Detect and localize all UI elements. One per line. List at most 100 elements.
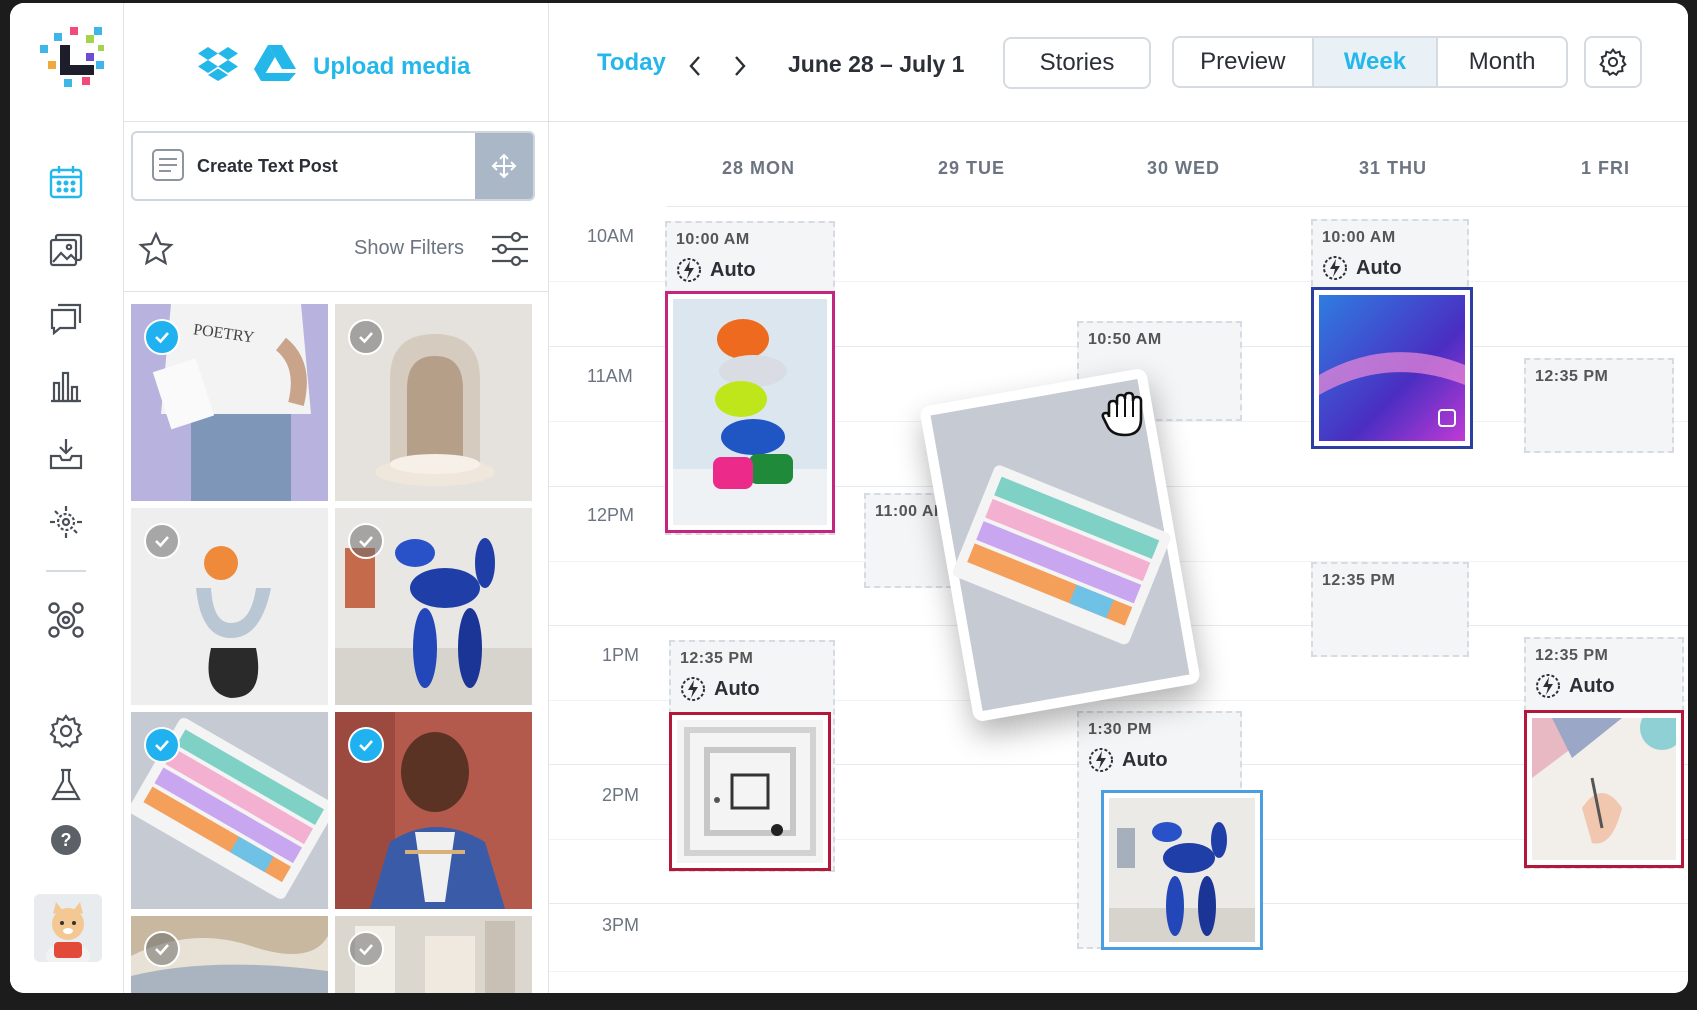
download-inbox-icon[interactable] xyxy=(46,434,86,474)
slot-time: 1:30 PM xyxy=(1088,721,1152,738)
day-header-tue: 29 TUE xyxy=(938,158,1006,178)
dropbox-icon[interactable] xyxy=(198,45,238,81)
unselected-check-icon[interactable] xyxy=(144,931,180,967)
left-nav-rail: ? xyxy=(10,3,124,993)
auto-publish-icon xyxy=(1089,748,1113,772)
auto-publish: Auto xyxy=(1088,747,1168,773)
calendar-settings-button[interactable] xyxy=(1584,36,1642,88)
auto-publish: Auto xyxy=(680,676,760,702)
discover-icon[interactable] xyxy=(46,502,86,542)
google-drive-icon[interactable] xyxy=(254,45,296,81)
media-tile-painting[interactable] xyxy=(131,916,328,993)
selected-check-icon[interactable] xyxy=(144,727,180,763)
date-range: June 28 – July 1 xyxy=(788,51,965,77)
calendar-icon[interactable] xyxy=(46,162,86,202)
auto-publish-icon xyxy=(1536,674,1560,698)
scheduled-post-rocks[interactable] xyxy=(665,291,835,533)
auto-label: Auto xyxy=(710,258,756,281)
scheduled-post-balloon-dog[interactable] xyxy=(1101,790,1263,950)
hour-label: 2PM xyxy=(602,785,640,805)
week-view-button[interactable]: Week xyxy=(1313,38,1439,86)
auto-publish-icon xyxy=(677,258,701,282)
day-header-fri: 1 FRI xyxy=(1581,158,1631,178)
media-tile-poetry-shirt[interactable]: POETRY xyxy=(131,304,328,501)
app-window: ? Upload media Create Text Post Show Fil… xyxy=(10,3,1688,993)
media-tile-arch[interactable] xyxy=(335,304,532,501)
chevron-right-icon[interactable] xyxy=(730,54,750,78)
media-tile-balloon-dog[interactable] xyxy=(335,508,532,705)
conversations-icon[interactable] xyxy=(46,298,86,338)
text-post-icon xyxy=(151,148,185,182)
gear-icon xyxy=(1599,48,1627,76)
analytics-icon[interactable] xyxy=(46,366,86,406)
view-switcher: Preview Week Month xyxy=(1172,36,1568,88)
schedule-slot[interactable]: 12:35 PM xyxy=(1311,562,1469,657)
auto-publish: Auto xyxy=(676,257,756,283)
media-tile-keyboard[interactable] xyxy=(131,712,328,909)
filter-sliders-icon[interactable] xyxy=(490,231,530,267)
help-icon[interactable]: ? xyxy=(46,820,86,860)
integrations-icon[interactable] xyxy=(46,600,86,640)
auto-label: Auto xyxy=(1569,674,1615,697)
calendar-area: Today June 28 – July 1 Stories Preview W… xyxy=(549,3,1688,993)
auto-label: Auto xyxy=(714,677,760,700)
app-logo xyxy=(38,25,110,89)
hour-label: 1PM xyxy=(602,645,640,665)
schedule-slot[interactable]: 12:35 PM xyxy=(1524,358,1674,453)
slot-time: 10:50 AM xyxy=(1088,331,1162,348)
drag-handle[interactable] xyxy=(475,133,533,199)
svg-text:?: ? xyxy=(61,830,72,850)
scheduled-post-library[interactable] xyxy=(669,712,831,871)
unselected-check-icon[interactable] xyxy=(348,523,384,559)
grid-half-line xyxy=(549,971,1688,972)
grab-hand-cursor-icon xyxy=(1097,387,1153,443)
stories-button[interactable]: Stories xyxy=(1003,37,1151,89)
slot-time: 10:00 AM xyxy=(676,231,750,248)
preview-view-button[interactable]: Preview xyxy=(1174,38,1314,86)
settings-gear-icon[interactable] xyxy=(46,711,86,751)
unselected-check-icon[interactable] xyxy=(348,931,384,967)
auto-publish: Auto xyxy=(1535,673,1615,699)
user-avatar[interactable] xyxy=(34,894,102,962)
day-header-mon: 28 MON xyxy=(722,158,796,178)
create-text-post-label: Create Text Post xyxy=(197,156,338,176)
unselected-check-icon[interactable] xyxy=(348,319,384,355)
month-view-button[interactable]: Month xyxy=(1438,38,1566,86)
unselected-check-icon[interactable] xyxy=(144,523,180,559)
scheduled-post-blue-gallery[interactable] xyxy=(1311,287,1473,449)
day-header-wed: 30 WED xyxy=(1147,158,1221,178)
auto-label: Auto xyxy=(1356,256,1402,279)
star-favorites-icon[interactable] xyxy=(138,231,174,267)
header-divider xyxy=(666,206,1688,207)
slot-time: 12:35 PM xyxy=(1322,572,1396,589)
day-header-thu: 31 THU xyxy=(1359,158,1428,178)
auto-publish-icon xyxy=(1323,256,1347,280)
hour-label: 12PM xyxy=(587,505,635,525)
selected-check-icon[interactable] xyxy=(348,727,384,763)
media-tile-orange-sculpture[interactable] xyxy=(131,508,328,705)
upload-media-link[interactable]: Upload media xyxy=(313,53,470,81)
auto-label: Auto xyxy=(1122,748,1168,771)
create-text-post-button[interactable]: Create Text Post xyxy=(131,131,535,201)
labs-flask-icon[interactable] xyxy=(46,765,86,805)
filter-bar: Show Filters xyxy=(124,205,548,292)
media-library-icon[interactable] xyxy=(46,230,86,270)
selected-check-icon[interactable] xyxy=(144,319,180,355)
media-tile-portrait[interactable] xyxy=(335,712,532,909)
media-panel: Upload media Create Text Post Show Filte… xyxy=(124,3,549,993)
show-filters-link[interactable]: Show Filters xyxy=(354,237,464,260)
rail-divider xyxy=(46,570,86,572)
slot-time: 12:35 PM xyxy=(680,650,754,667)
auto-publish: Auto xyxy=(1322,255,1402,281)
chevron-left-icon[interactable] xyxy=(685,54,705,78)
today-button[interactable]: Today xyxy=(597,49,666,77)
media-tile-interior[interactable] xyxy=(335,916,532,993)
scheduled-post-crafts[interactable] xyxy=(1524,710,1684,868)
slot-time: 12:35 PM xyxy=(1535,647,1609,664)
hour-label: 11AM xyxy=(587,366,633,386)
upload-bar: Upload media xyxy=(124,3,548,122)
auto-publish-icon xyxy=(681,677,705,701)
slot-time: 12:35 PM xyxy=(1535,368,1609,385)
slot-time: 10:00 AM xyxy=(1322,229,1396,246)
hour-label: 10AM xyxy=(587,226,635,246)
